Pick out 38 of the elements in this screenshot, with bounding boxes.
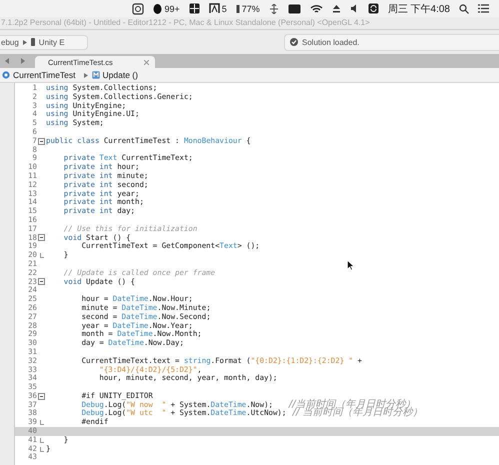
collapse-icon[interactable] xyxy=(38,234,45,242)
breadcrumb-item[interactable]: CurrentTimeTest xyxy=(13,70,76,80)
network-icon[interactable] xyxy=(268,4,279,14)
cursor-icon xyxy=(347,260,354,270)
letters-icon[interactable] xyxy=(208,3,220,14)
meter-icon[interactable] xyxy=(236,4,240,14)
class-icon xyxy=(2,71,10,79)
collapse-icon[interactable] xyxy=(38,392,45,400)
configuration-label: ebug xyxy=(1,38,19,46)
device-icon xyxy=(30,38,35,46)
status-text: 5 xyxy=(222,4,227,14)
target-label: Unity E xyxy=(38,38,65,46)
method-icon xyxy=(92,71,100,79)
search-icon[interactable] xyxy=(459,4,469,14)
status-text: 77% xyxy=(242,4,260,14)
check-icon xyxy=(290,38,298,46)
status-text: 99+ xyxy=(164,4,180,14)
display-icon[interactable] xyxy=(288,4,301,14)
figure-icon[interactable] xyxy=(153,3,162,14)
caret-icon xyxy=(84,72,88,78)
window-icon[interactable] xyxy=(132,2,144,14)
window-title: 7.1.2p2 Personal (64bit) - Untitled - Editor1212 - PC, Mac & Linux Standalone (Personal) <OpenGL 4.1> xyxy=(0,17,370,29)
volume-icon[interactable] xyxy=(350,4,359,13)
collapse-icon[interactable] xyxy=(38,138,45,145)
collapse-icon[interactable] xyxy=(38,278,45,286)
fold-end-icon xyxy=(40,253,44,258)
close-icon[interactable] xyxy=(144,60,149,64)
clock-text[interactable]: 周三 下午4:08 xyxy=(388,2,450,16)
target-selector[interactable]: ebug Unity E xyxy=(0,34,88,50)
menu-icon[interactable] xyxy=(478,4,489,13)
wifi-icon[interactable] xyxy=(310,4,323,14)
eject-icon[interactable] xyxy=(332,4,341,13)
grid-icon[interactable] xyxy=(188,3,200,14)
sync-icon[interactable] xyxy=(368,3,379,14)
breadcrumb-item[interactable]: Update () xyxy=(102,70,138,80)
fold-end-icon xyxy=(40,420,44,426)
status-message: Solution loaded. xyxy=(302,38,360,46)
caret-icon xyxy=(22,40,27,44)
